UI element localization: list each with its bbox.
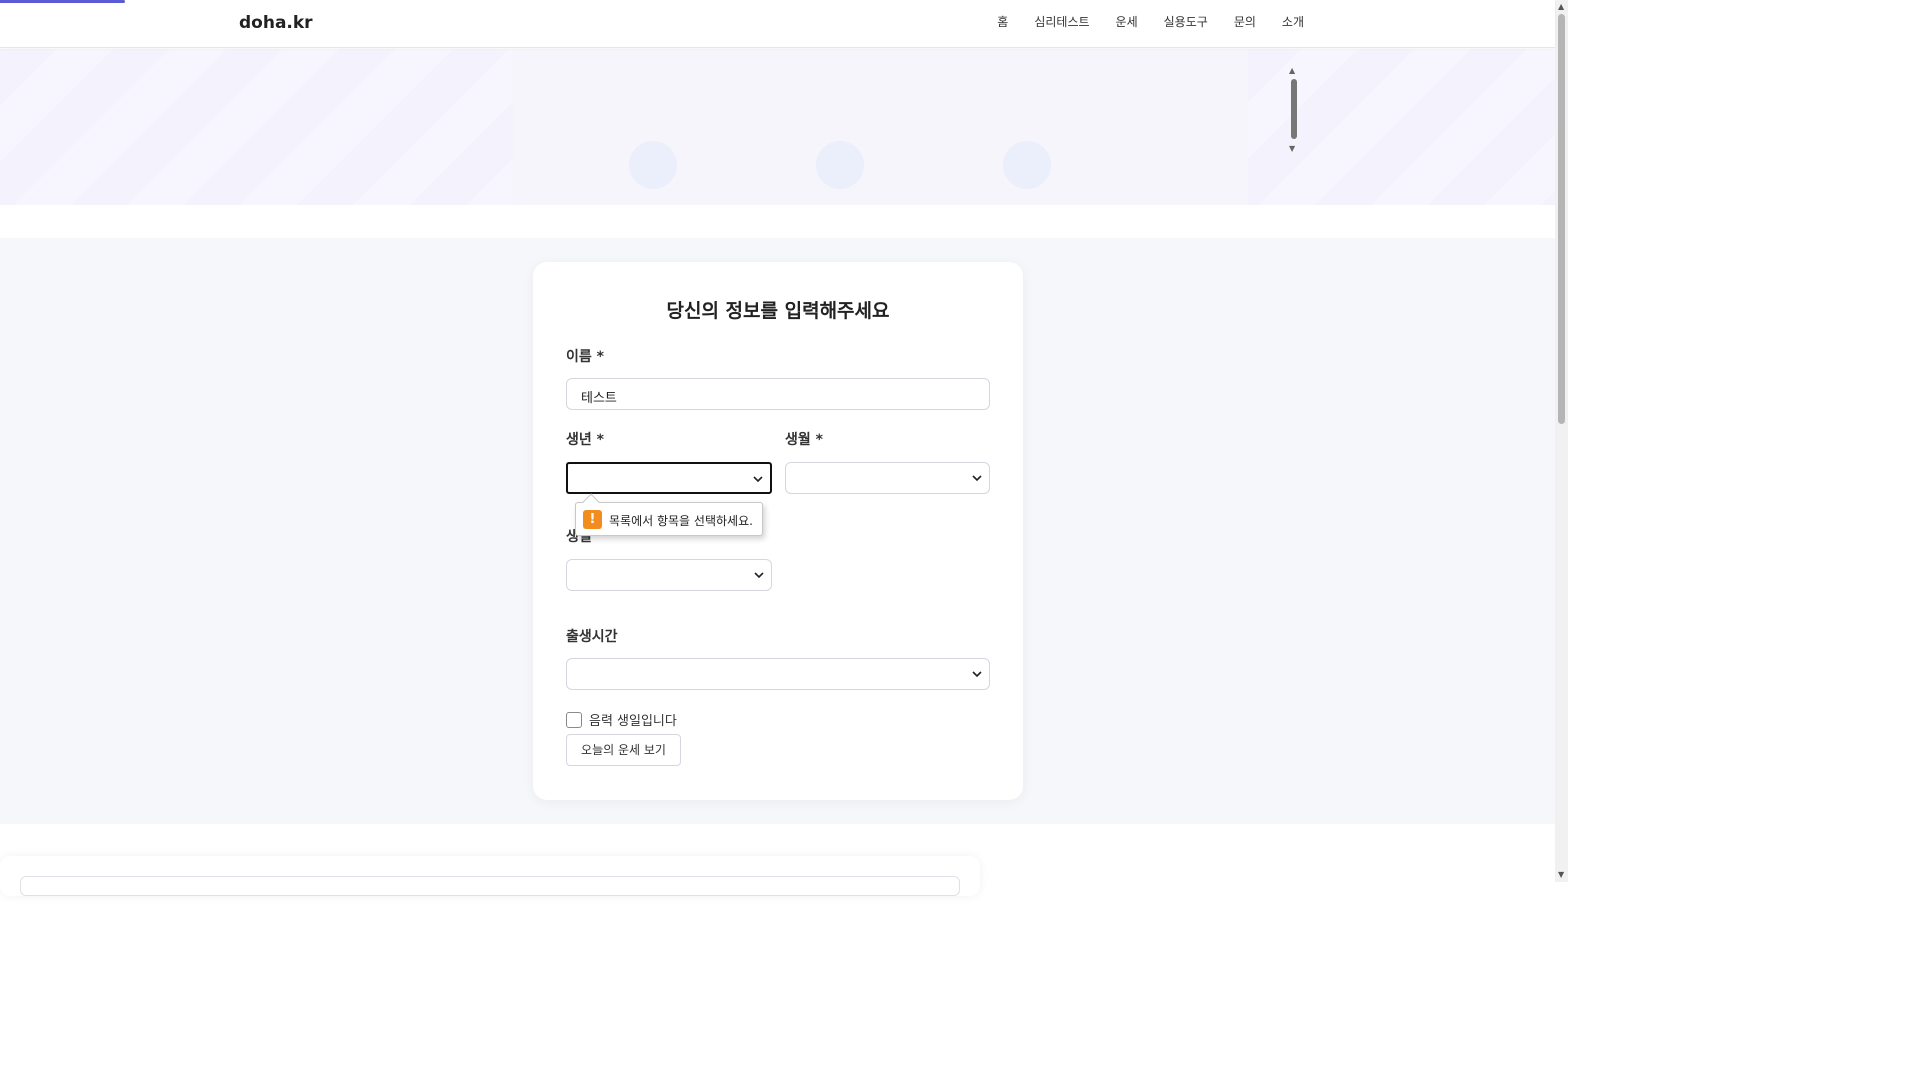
view-fortune-button[interactable]: 오늘의 운세 보기 [566,734,681,766]
name-label: 이름 * [566,349,604,365]
chevron-down-icon [972,671,982,678]
chevron-down-icon [972,475,982,482]
loading-dot [629,141,677,189]
loading-dot [816,141,864,189]
lunar-checkbox-label[interactable]: 음력 생일입니다 [589,710,677,729]
birth-day-select[interactable] [566,559,772,591]
warning-icon: ! [583,510,602,529]
scroll-down-icon[interactable]: ▼ [1558,870,1564,879]
birth-month-select[interactable] [785,462,990,494]
scroll-down-icon[interactable]: ▼ [1289,145,1295,153]
nav-item-home[interactable]: 홈 [997,13,1008,30]
validation-tooltip: ! 목록에서 항목을 선택하세요. [575,502,763,536]
site-header: doha.kr 홈 심리테스트 운세 실용도구 문의 소개 [0,0,1555,48]
result-card-inner [20,876,960,896]
name-input[interactable]: 테스트 [566,378,990,410]
page-scrollbar[interactable]: ▲ ▼ [1555,0,1568,882]
hero-banner: ▲ ▼ [0,49,1555,205]
ad-banner [513,49,1248,205]
scroll-thumb[interactable] [1291,79,1297,139]
lunar-checkbox[interactable] [566,712,582,728]
birth-time-label: 출생시간 [566,629,618,645]
chevron-down-icon [754,572,764,579]
page-scroll-thumb[interactable] [1558,14,1565,424]
nav-item-contact[interactable]: 문의 [1234,13,1256,30]
page-progress-bar [0,0,125,3]
nav-item-about[interactable]: 소개 [1282,13,1304,30]
form-title: 당신의 정보를 입력해주세요 [666,300,890,322]
loading-dot [1003,141,1051,189]
banner-scrollbar[interactable]: ▲ ▼ [1287,65,1301,155]
chevron-down-icon [753,476,763,483]
nav-item-tools[interactable]: 실용도구 [1164,13,1208,30]
result-card [0,856,980,896]
nav-item-fortune[interactable]: 운세 [1116,13,1138,30]
scroll-up-icon[interactable]: ▲ [1558,2,1564,11]
scroll-up-icon[interactable]: ▲ [1289,67,1295,75]
main-nav: 홈 심리테스트 운세 실용도구 문의 소개 [997,13,1304,30]
site-logo[interactable]: doha.kr [239,13,313,33]
nav-item-psych-test[interactable]: 심리테스트 [1034,13,1089,30]
birth-year-label: 생년 * [566,432,604,448]
birth-time-select[interactable] [566,658,990,690]
birth-year-select[interactable] [566,462,772,494]
birth-month-label: 생월 * [785,432,823,448]
validation-message: 목록에서 항목을 선택하세요. [609,514,753,528]
